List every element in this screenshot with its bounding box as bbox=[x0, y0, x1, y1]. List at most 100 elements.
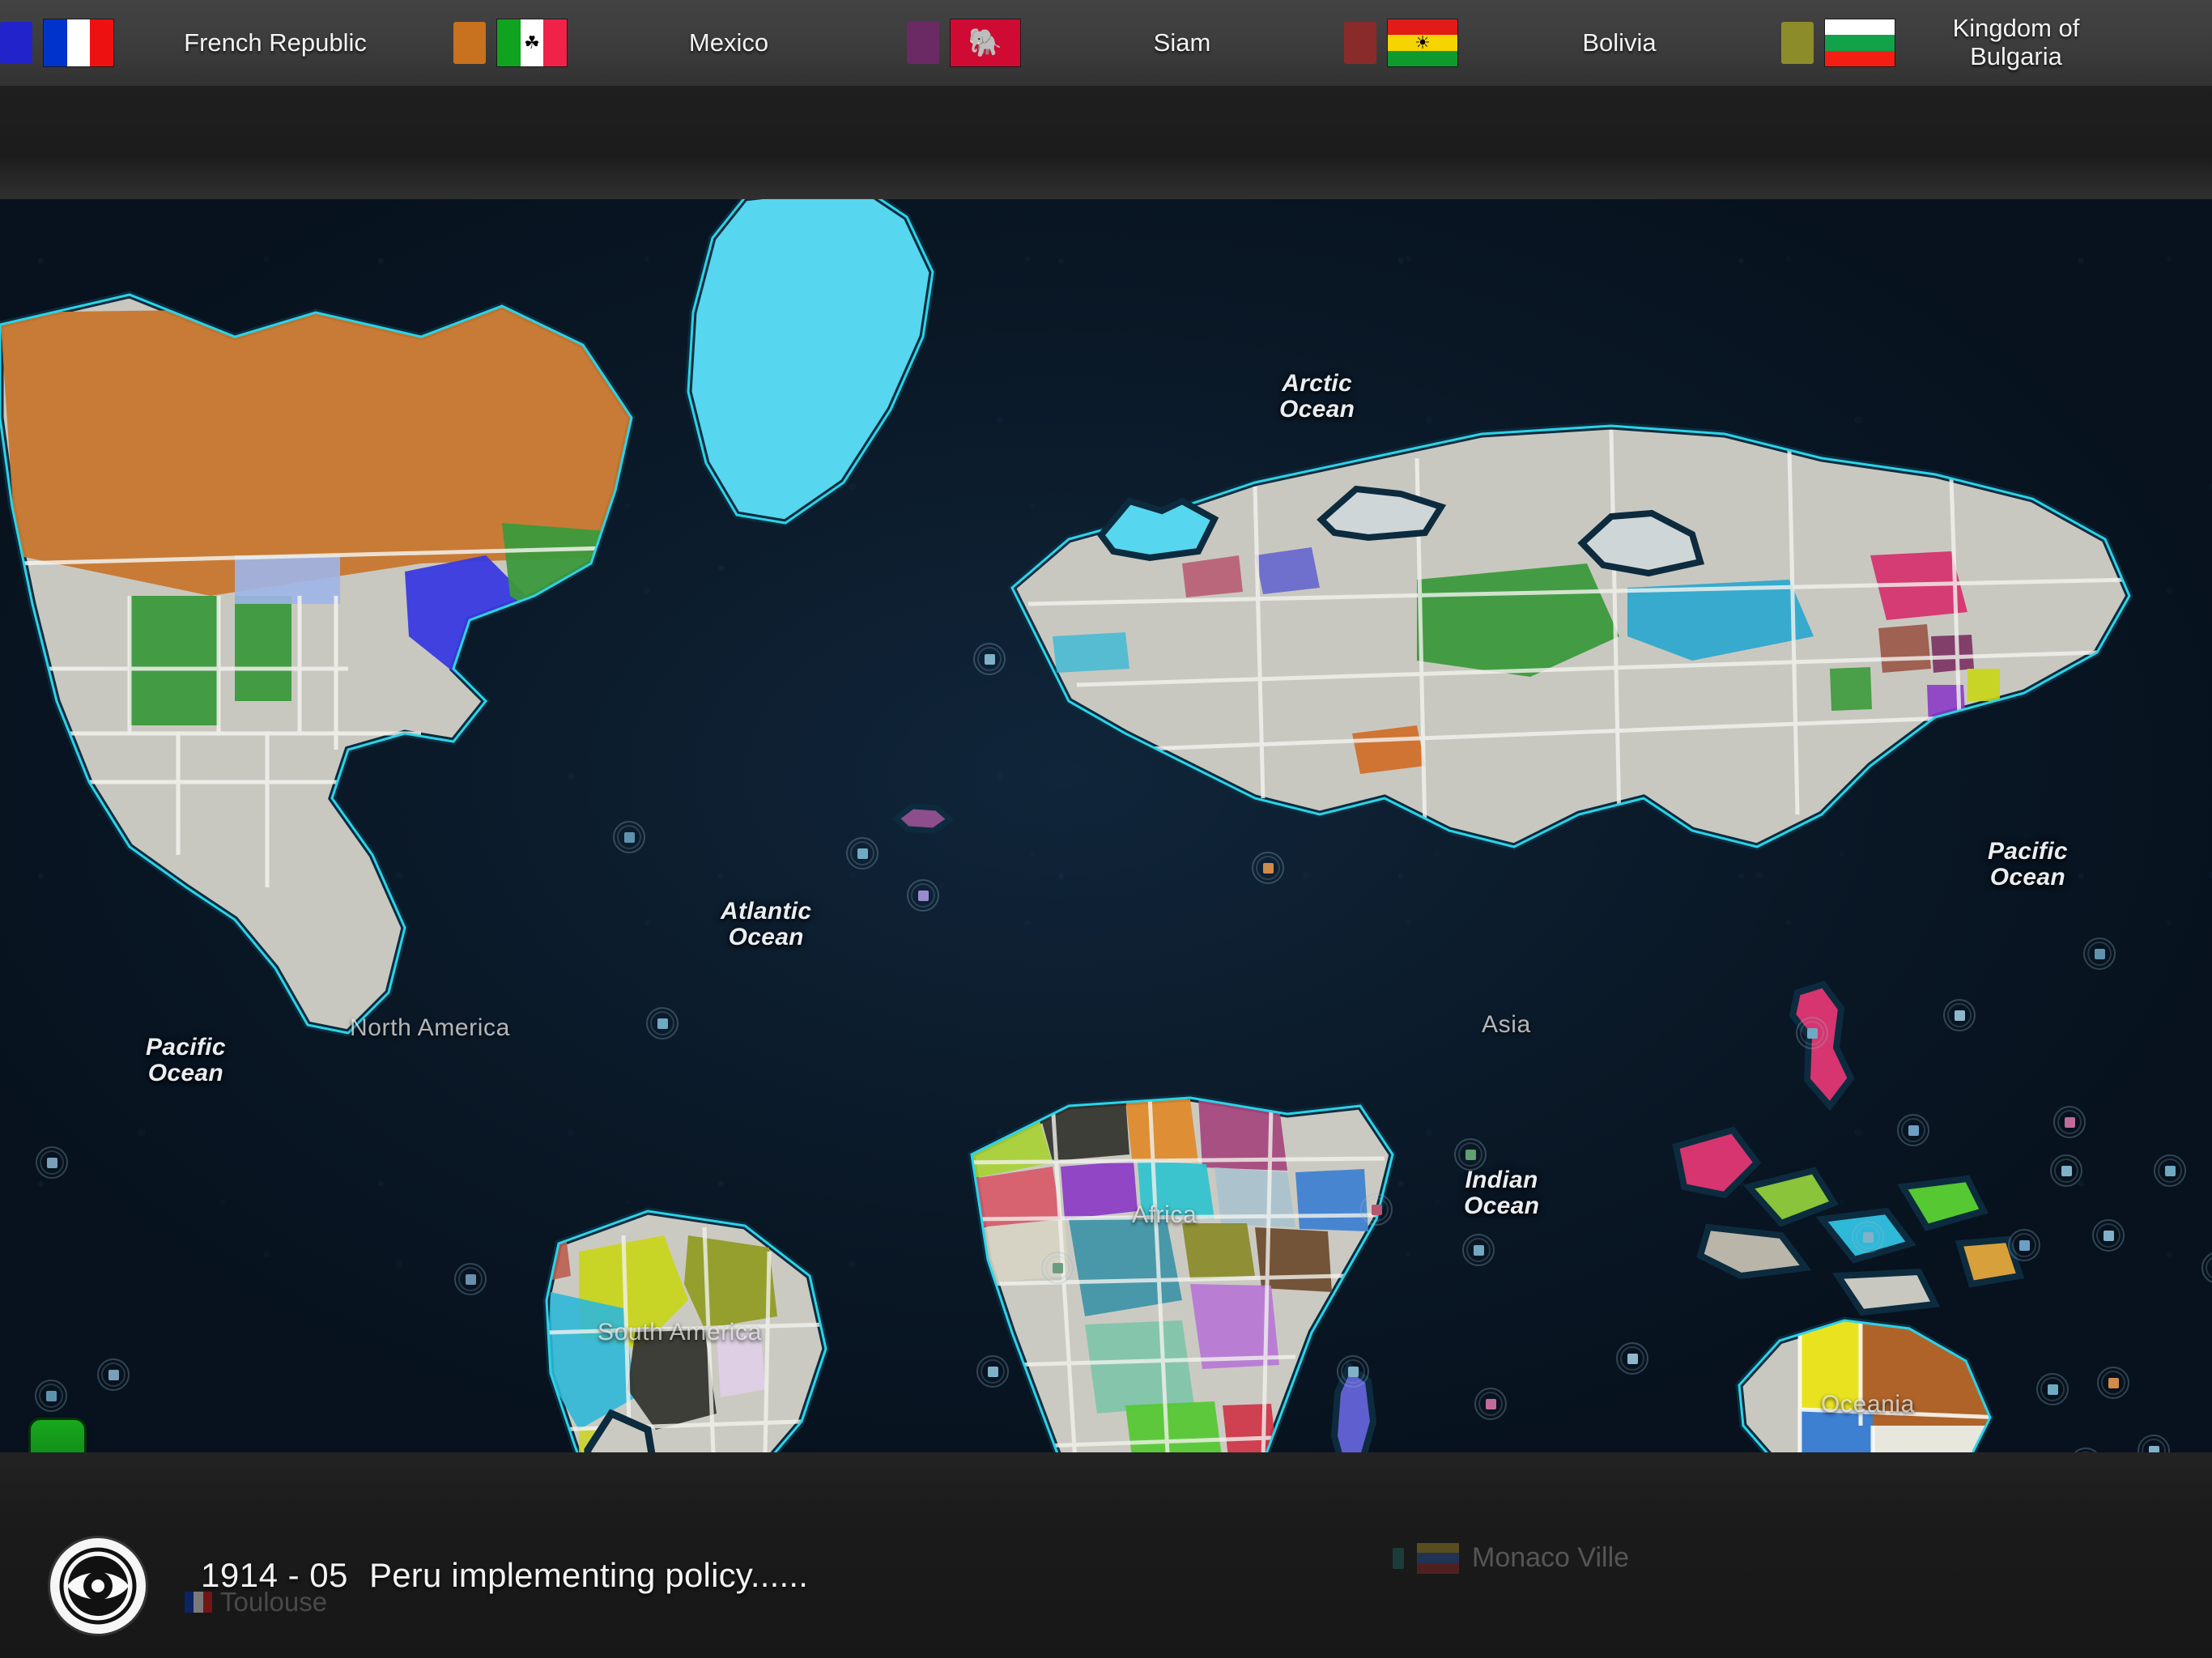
flag-emblem-icon: ☘ bbox=[524, 32, 540, 53]
nation-color-swatch bbox=[1781, 22, 1814, 64]
game-date: 1914 - 05 bbox=[201, 1556, 348, 1594]
sea-marker[interactable] bbox=[1454, 1138, 1487, 1171]
sea-marker-icon bbox=[2018, 1239, 2030, 1251]
landmass-eurasia bbox=[915, 312, 2178, 993]
sea-marker-icon bbox=[1473, 1244, 1484, 1256]
flag-emblem-icon: 🐘 bbox=[968, 28, 1003, 58]
sea-marker-icon bbox=[1465, 1149, 1476, 1160]
status-bottom-bar bbox=[0, 1452, 2212, 1658]
sea-marker[interactable] bbox=[2083, 937, 2116, 970]
sea-marker-icon bbox=[987, 1366, 998, 1377]
nation-color-swatch bbox=[1344, 22, 1376, 64]
sea-marker[interactable] bbox=[1474, 1388, 1507, 1420]
sea-marker[interactable] bbox=[1897, 1114, 1929, 1146]
sea-marker-icon bbox=[917, 890, 929, 901]
sea-marker-icon bbox=[2148, 1445, 2159, 1452]
sea-marker[interactable] bbox=[2097, 1367, 2129, 1399]
sea-marker[interactable] bbox=[97, 1358, 130, 1391]
nation-name-label: French Republic bbox=[184, 28, 367, 57]
flag-mexico-icon: ☘ bbox=[497, 19, 567, 66]
sea-marker[interactable] bbox=[846, 837, 878, 869]
sea-marker[interactable] bbox=[2050, 1154, 2082, 1187]
sea-marker-icon bbox=[2094, 948, 2105, 959]
sea-marker-icon bbox=[108, 1369, 119, 1380]
sea-marker-icon bbox=[657, 1018, 668, 1029]
sea-marker[interactable] bbox=[1943, 999, 1976, 1031]
nation-name-label: Mexico bbox=[688, 28, 769, 57]
status-message: Peru implementing policy...... bbox=[368, 1556, 809, 1594]
landmass-svalbard bbox=[1093, 487, 1231, 576]
sea-marker-icon bbox=[2108, 1377, 2119, 1388]
sea-marker[interactable] bbox=[2036, 1373, 2069, 1405]
sea-marker[interactable] bbox=[1041, 1252, 1074, 1284]
sea-marker[interactable] bbox=[907, 879, 939, 912]
landmass-north-america bbox=[0, 215, 713, 1122]
sea-marker[interactable] bbox=[1337, 1355, 1369, 1388]
sea-marker-icon bbox=[623, 831, 635, 843]
sea-marker-icon bbox=[1371, 1204, 1382, 1215]
top-bar-underlay bbox=[0, 86, 2212, 199]
sea-marker[interactable] bbox=[2092, 1219, 2125, 1252]
sea-marker[interactable] bbox=[2053, 1106, 2086, 1138]
flag-emblem-icon: ☀ bbox=[1414, 32, 1431, 53]
nation-entry-kingdom-of-bulgaria[interactable]: Kingdom of Bulgaria bbox=[1781, 0, 2138, 86]
sea-marker-icon bbox=[2064, 1116, 2075, 1128]
sea-marker[interactable] bbox=[454, 1263, 487, 1295]
sea-marker[interactable] bbox=[2008, 1229, 2040, 1261]
nation-name-label: Bolivia bbox=[1582, 28, 1657, 57]
sea-marker-icon bbox=[2103, 1230, 2114, 1241]
sea-marker-icon bbox=[2047, 1384, 2058, 1395]
sea-marker[interactable] bbox=[1852, 1221, 1884, 1253]
sea-marker[interactable] bbox=[36, 1146, 68, 1179]
eye-icon[interactable] bbox=[50, 1538, 146, 1634]
sea-marker[interactable] bbox=[2154, 1154, 2186, 1187]
flag-siam-icon: 🐘 bbox=[951, 19, 1020, 66]
sea-marker[interactable] bbox=[973, 643, 1006, 675]
sea-marker-icon bbox=[1485, 1398, 1496, 1409]
flag-france-icon bbox=[44, 19, 113, 66]
flag-bulgaria-icon bbox=[1825, 19, 1895, 66]
sea-marker[interactable] bbox=[646, 1007, 678, 1039]
world-map[interactable]: Arctic Ocean Pacific Ocean Atlantic Ocean P… bbox=[0, 199, 2212, 1452]
nation-entry-french-republic[interactable]: French Republic bbox=[0, 0, 437, 86]
nation-entry-mexico[interactable]: ☘ Mexico bbox=[453, 0, 891, 86]
sea-marker[interactable] bbox=[1616, 1342, 1648, 1375]
landmass-iceland bbox=[887, 798, 959, 839]
sea-marker-icon bbox=[1806, 1027, 1818, 1039]
sea-marker-icon bbox=[1908, 1124, 1919, 1136]
flag-bolivia-icon: ☀ bbox=[1388, 19, 1457, 66]
sea-marker-icon bbox=[45, 1390, 57, 1401]
sea-marker[interactable] bbox=[976, 1355, 1009, 1388]
sea-marker-icon bbox=[1954, 1010, 1965, 1021]
sea-marker-icon bbox=[465, 1273, 476, 1285]
sea-marker[interactable] bbox=[35, 1380, 67, 1412]
eye-icon-glyph bbox=[59, 1547, 137, 1625]
sea-marker[interactable] bbox=[1462, 1234, 1495, 1266]
sea-marker[interactable] bbox=[1360, 1193, 1393, 1226]
sea-marker-icon bbox=[984, 653, 995, 665]
nation-entry-bolivia[interactable]: ☀ Bolivia bbox=[1344, 0, 1781, 86]
nation-name-label: Kingdom of Bulgaria bbox=[1952, 14, 2080, 70]
landmass-japan bbox=[1773, 976, 1878, 1122]
map-green-action-button[interactable] bbox=[31, 1420, 84, 1452]
nation-color-swatch bbox=[907, 22, 939, 64]
sea-marker-icon bbox=[1262, 862, 1274, 874]
sea-marker[interactable] bbox=[1252, 852, 1284, 884]
nation-entry-siam[interactable]: 🐘 Siam bbox=[907, 0, 1344, 86]
status-message-row: 1914 - 05 Peru implementing policy...... bbox=[201, 1556, 808, 1595]
landmass-antarctic-edge bbox=[534, 1405, 729, 1452]
sea-marker-icon bbox=[1862, 1231, 1874, 1243]
sea-marker-icon bbox=[1347, 1366, 1359, 1377]
sea-marker-icon bbox=[2164, 1165, 2176, 1176]
sea-marker-icon bbox=[46, 1157, 57, 1168]
sea-marker[interactable] bbox=[1796, 1017, 1828, 1049]
sea-marker-icon bbox=[2061, 1165, 2072, 1176]
landmass-severnaya-zemlya bbox=[1571, 499, 1716, 588]
sea-marker-icon bbox=[857, 848, 868, 859]
nation-name-label: Siam bbox=[1153, 28, 1211, 57]
landmass-australia bbox=[1723, 1296, 2014, 1452]
nation-color-swatch bbox=[0, 22, 32, 64]
sea-marker-icon bbox=[1052, 1262, 1063, 1273]
sea-marker-icon bbox=[1627, 1353, 1638, 1364]
sea-marker[interactable] bbox=[613, 821, 645, 853]
